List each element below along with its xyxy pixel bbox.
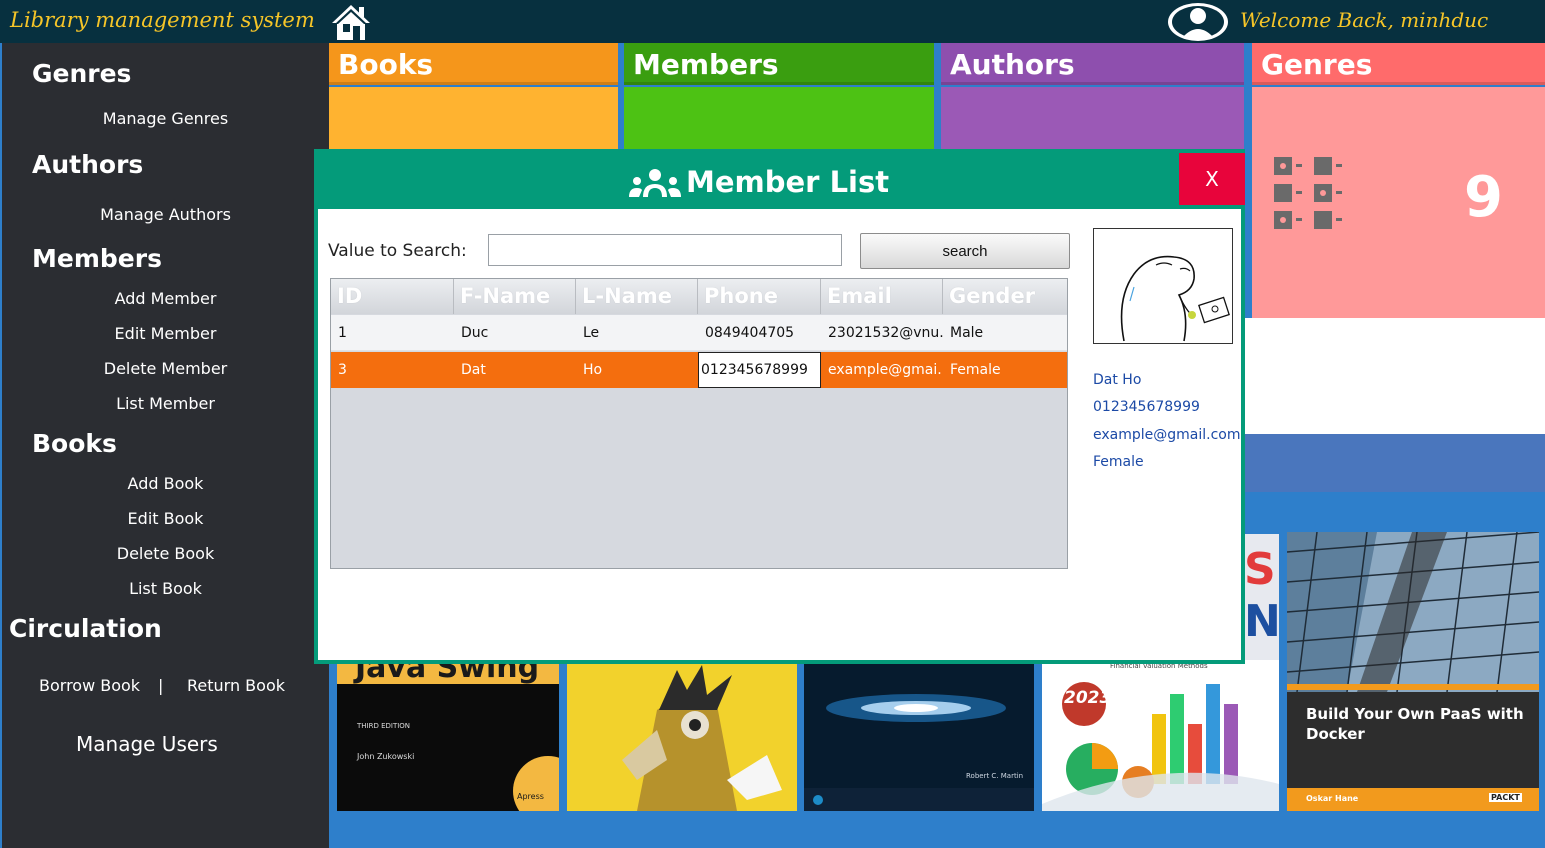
- selected-member-email: example@gmail.com: [1093, 427, 1241, 443]
- sidebar-item-add-book[interactable]: Add Book: [2, 474, 329, 493]
- sidebar-item-manage-genres[interactable]: Manage Genres: [2, 109, 329, 128]
- sidebar-heading-circulation: Circulation: [9, 614, 162, 643]
- book-cover-bird[interactable]: [567, 650, 797, 811]
- tile-members-header: Members: [624, 43, 934, 85]
- cell-lname[interactable]: Ho: [576, 352, 698, 388]
- cell-email[interactable]: example@gmai...: [821, 352, 943, 388]
- sidebar-item-list-book[interactable]: List Book: [2, 579, 329, 598]
- search-input[interactable]: [488, 234, 842, 266]
- cell-phone[interactable]: 0849404705: [698, 315, 821, 351]
- column-header-gender[interactable]: Gender: [943, 279, 1067, 314]
- book-edition: THIRD EDITION: [357, 722, 411, 730]
- tile-genres-label: Genres: [1261, 48, 1373, 81]
- tile-authors-body: [941, 87, 1244, 149]
- app-title: Library management system: [10, 8, 315, 32]
- cell-gender[interactable]: Male: [943, 315, 1067, 351]
- sidebar-separator: |: [158, 676, 164, 695]
- column-header-id[interactable]: ID: [331, 279, 454, 314]
- members-table: ID F-Name L-Name Phone Email Gender 1 Du…: [330, 278, 1068, 569]
- close-button[interactable]: X: [1179, 153, 1245, 205]
- member-list-dialog: Member List X Value to Search: search ID…: [314, 149, 1245, 664]
- user-avatar-icon[interactable]: [1166, 2, 1230, 42]
- book-publisher-paas: PACKT: [1489, 793, 1522, 802]
- sidebar-heading-books: Books: [32, 429, 117, 458]
- sidebar-item-manage-users[interactable]: Manage Users: [76, 732, 218, 756]
- cell-gender[interactable]: Female: [943, 352, 1067, 388]
- search-button[interactable]: search: [860, 233, 1070, 269]
- tile-books[interactable]: Books: [329, 43, 618, 149]
- book-cover-paas-docker[interactable]: Build Your Own PaaS with Docker Oskar Ha…: [1287, 532, 1539, 811]
- genres-count: 9: [1464, 165, 1503, 230]
- column-header-lname[interactable]: L-Name: [576, 279, 698, 314]
- tile-books-header: Books: [329, 43, 618, 85]
- member-photo: [1093, 228, 1233, 344]
- home-icon[interactable]: [329, 2, 373, 42]
- book-cover-clean-code[interactable]: Robert C. Martin: [804, 650, 1034, 811]
- cell-lname[interactable]: Le: [576, 315, 698, 351]
- sidebar-item-add-member[interactable]: Add Member: [2, 289, 329, 308]
- book-cover-java-swing[interactable]: Java Swing THIRD EDITION John Zukowski A…: [337, 650, 559, 811]
- selected-member-gender: Female: [1093, 454, 1144, 470]
- selected-member-name: Dat Ho: [1093, 372, 1142, 388]
- table-row[interactable]: 1 Duc Le 0849404705 23021532@vnu... Male: [331, 315, 1067, 351]
- book-title-paas: Build Your Own PaaS with Docker: [1306, 705, 1524, 743]
- book-author-paas: Oskar Hane: [1306, 794, 1359, 803]
- book-publisher-swing: Apress: [517, 792, 544, 801]
- column-header-phone[interactable]: Phone: [698, 279, 821, 314]
- tile-authors-header: Authors: [941, 43, 1244, 85]
- sidebar-item-delete-book[interactable]: Delete Book: [2, 544, 329, 563]
- tile-genres[interactable]: Genres 9: [1252, 43, 1545, 318]
- column-header-email[interactable]: Email: [821, 279, 943, 314]
- sidebar-item-edit-member[interactable]: Edit Member: [2, 324, 329, 343]
- members-group-icon: [629, 169, 681, 197]
- sidebar-item-return-book[interactable]: Return Book: [187, 676, 285, 695]
- tile-authors[interactable]: Authors: [941, 43, 1244, 149]
- sidebar-item-manage-authors[interactable]: Manage Authors: [2, 205, 329, 224]
- genres-category-icon: [1274, 157, 1352, 235]
- sidebar-heading-members: Members: [32, 244, 162, 273]
- tile-members-label: Members: [633, 48, 779, 81]
- book-author-clean: Robert C. Martin: [966, 772, 1024, 780]
- table-row-selected[interactable]: 3 Dat Ho 012345678999 example@gmai... Fe…: [331, 352, 1067, 388]
- sidebar-heading-genres: Genres: [32, 59, 132, 88]
- sidebar-item-list-member[interactable]: List Member: [2, 394, 329, 413]
- cell-fname[interactable]: Dat: [454, 352, 576, 388]
- column-header-fname[interactable]: F-Name: [454, 279, 576, 314]
- cell-email[interactable]: 23021532@vnu...: [821, 315, 943, 351]
- top-bar: Library management system Welcome Back, …: [0, 0, 1545, 43]
- sidebar-item-delete-member[interactable]: Delete Member: [2, 359, 329, 378]
- tile-members[interactable]: Members: [624, 43, 934, 149]
- dialog-header: Member List X: [318, 153, 1245, 209]
- cell-phone-focused[interactable]: 012345678999: [698, 352, 821, 388]
- tile-genres-header: Genres: [1252, 43, 1545, 85]
- selected-member-phone: 012345678999: [1093, 399, 1200, 415]
- tile-books-label: Books: [338, 48, 434, 81]
- panel-blue-band: [1244, 434, 1545, 492]
- tile-authors-label: Authors: [950, 48, 1075, 81]
- cell-id[interactable]: 3: [331, 352, 454, 388]
- book-year-financial: 2023: [1064, 688, 1112, 708]
- tile-genres-body: 9: [1252, 87, 1545, 318]
- tile-books-body: [329, 87, 618, 149]
- sidebar: Genres Manage Genres Authors Manage Auth…: [2, 43, 329, 848]
- panel-white-area: [1244, 318, 1545, 434]
- sidebar-item-borrow-book[interactable]: Borrow Book: [39, 676, 140, 695]
- welcome-message: Welcome Back, minhduc: [1240, 8, 1489, 32]
- tile-members-body: [624, 87, 934, 149]
- cell-fname[interactable]: Duc: [454, 315, 576, 351]
- cell-id[interactable]: 1: [331, 315, 454, 351]
- sidebar-item-edit-book[interactable]: Edit Book: [2, 509, 329, 528]
- sidebar-heading-authors: Authors: [32, 150, 144, 179]
- search-label: Value to Search:: [328, 241, 467, 261]
- book-author-swing: John Zukowski: [357, 752, 415, 761]
- dialog-title: Member List: [686, 165, 890, 199]
